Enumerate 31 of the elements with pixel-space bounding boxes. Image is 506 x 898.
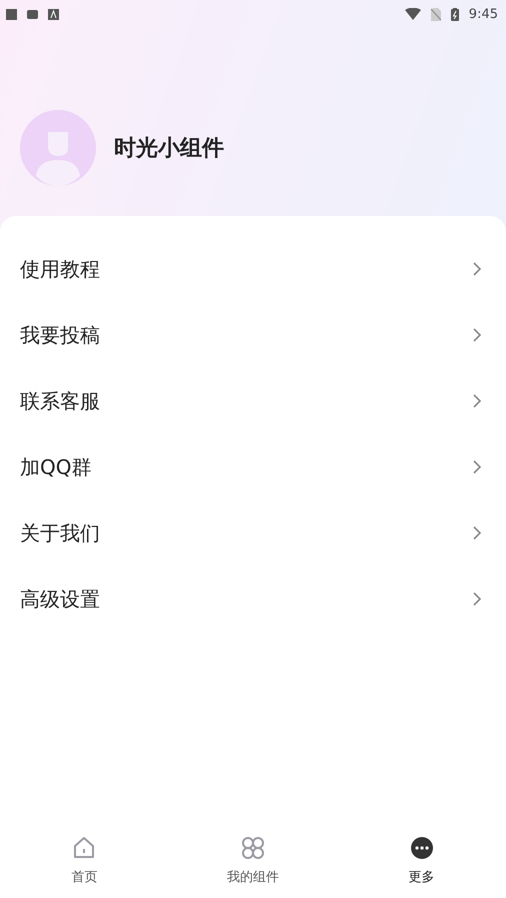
chevron-icon [472, 459, 482, 475]
menu-label: 加QQ群 [20, 454, 92, 480]
chevron-icon [472, 525, 482, 541]
no-sim-icon [430, 8, 441, 20]
wifi-icon [404, 8, 421, 20]
menu-label: 关于我们 [20, 520, 101, 546]
battery-icon [450, 8, 459, 20]
menu-label: 我要投稿 [20, 322, 101, 348]
menu-item[interactable]: 我要投稿 [0, 302, 506, 368]
chevron-icon [472, 327, 482, 343]
app-name: 时光小组件 [114, 135, 224, 163]
notification-icon [48, 8, 59, 20]
menu-item[interactable]: 高级设置 [0, 566, 506, 632]
status-time: 9:45 [468, 6, 498, 22]
menu-item[interactable]: 关于我们 [0, 500, 506, 566]
clover-icon [239, 834, 267, 862]
menu-item[interactable]: 使用教程 [0, 236, 506, 302]
notification-icon [6, 8, 17, 20]
nav-tab[interactable]: 更多 [337, 820, 506, 898]
avatar-icon [20, 110, 96, 186]
chevron-icon [472, 261, 482, 277]
notification-icon [27, 8, 38, 20]
chevron-icon [472, 393, 482, 409]
menu-item[interactable]: 联系客服 [0, 368, 506, 434]
nav-tab[interactable]: 我的组件 [168, 820, 338, 898]
menu-item[interactable]: 加QQ群 [0, 434, 506, 500]
menu-label: 联系客服 [20, 388, 101, 414]
nav-tab[interactable]: 首页 [0, 820, 169, 898]
chevron-icon [472, 591, 482, 607]
menu-label: 使用教程 [20, 256, 101, 282]
menu-label: 高级设置 [20, 586, 101, 612]
